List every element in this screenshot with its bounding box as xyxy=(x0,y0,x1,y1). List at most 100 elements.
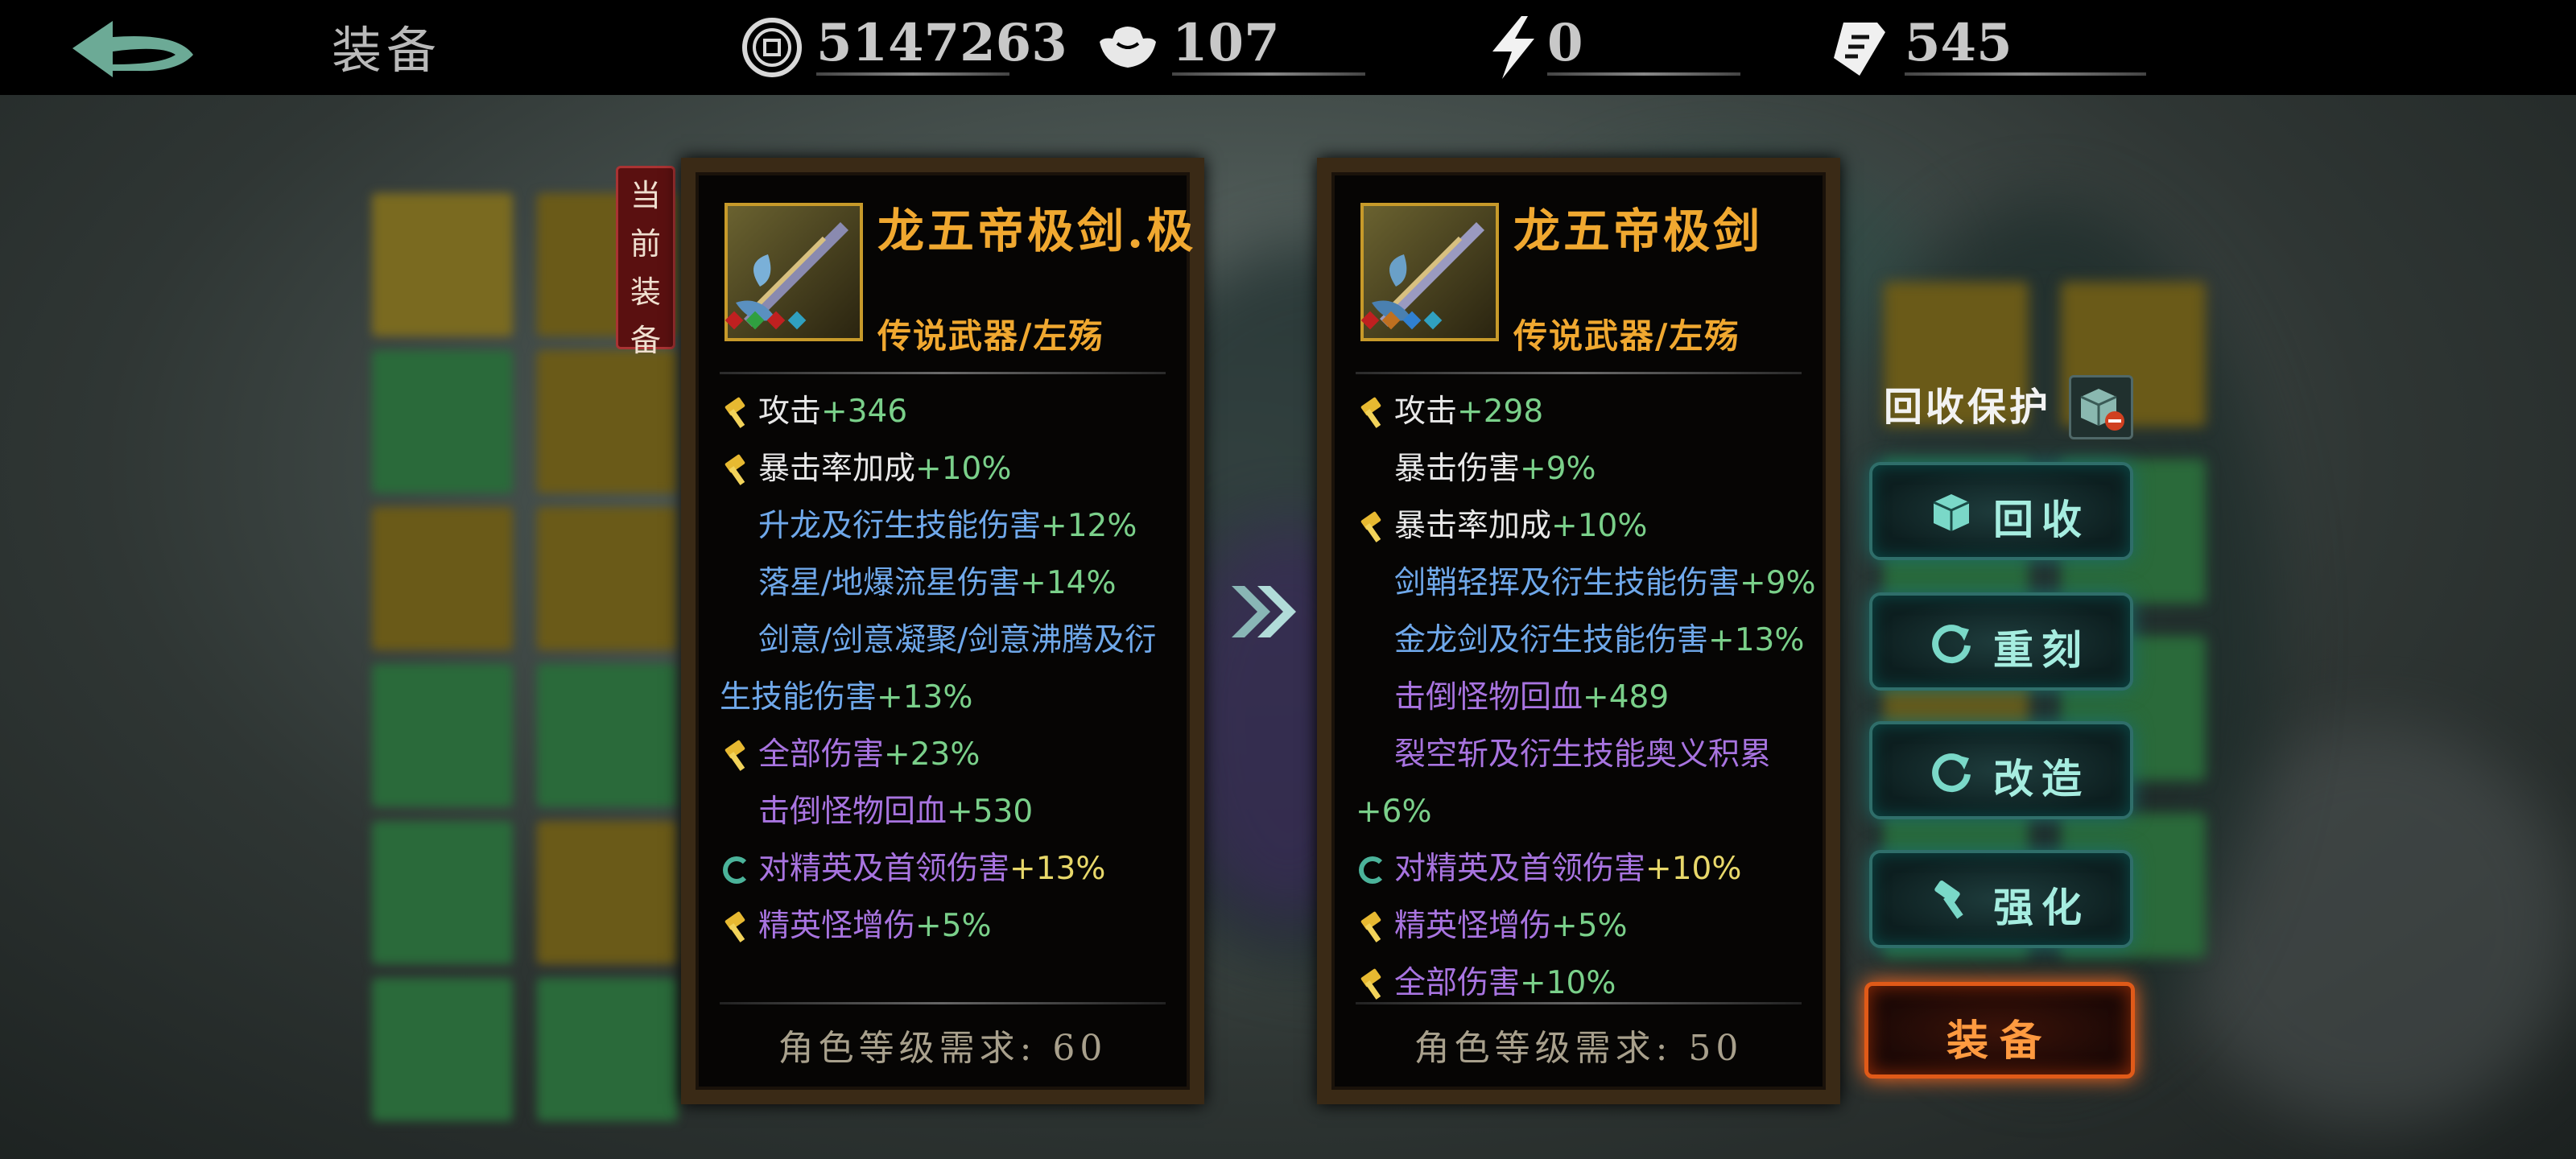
ticket-icon xyxy=(1834,23,1885,76)
recycle-button[interactable]: 回收 xyxy=(1869,462,2133,560)
divider xyxy=(720,372,1166,374)
stat-row: 暴击率加成+10% xyxy=(1356,497,1823,555)
stat-value: +14% xyxy=(1020,565,1117,601)
stat-row: 攻击+298 xyxy=(1356,383,1823,440)
gem-socket-icon xyxy=(1402,311,1422,330)
inventory-slot[interactable] xyxy=(537,978,678,1121)
stat-row: 暴击率加成+10% xyxy=(720,440,1187,497)
item-name: 龙五帝极剑 xyxy=(1513,204,1764,258)
divider xyxy=(720,1002,1166,1004)
page-title: 装备 xyxy=(332,21,442,80)
energy-currency: 0 xyxy=(1481,8,1740,85)
stat-value: +10% xyxy=(1551,508,1648,544)
stat-label: 暴击伤害 xyxy=(1394,451,1521,487)
divider xyxy=(1356,372,1802,374)
gem-sockets xyxy=(724,311,811,332)
refresh-icon xyxy=(1359,856,1386,884)
stats-list: 攻击+298 暴击伤害+9% 暴击率加成+10% 剑鞘轻挥及衍生技能伤害+9% 金龙剑及… xyxy=(1356,383,1823,1012)
stat-label: 升龙及衍生技能伤害 xyxy=(758,508,1042,544)
inventory-slot[interactable] xyxy=(537,821,678,964)
enhance-button[interactable]: 强化 xyxy=(1869,850,2133,948)
equip-button[interactable]: 装备 xyxy=(1864,982,2135,1079)
stat-label: 暴击率加成 xyxy=(758,451,916,487)
tag-char: 前 xyxy=(630,226,661,262)
stat-value: +13% xyxy=(1708,622,1805,658)
divider xyxy=(1905,72,2146,76)
stat-label: 攻击 xyxy=(758,394,822,430)
current-item-panel: 龙五帝极剑.极 传说武器/左殇 攻击+346 暴击率加成+10% 升龙及衍生技能伤害… xyxy=(681,158,1204,1104)
recycle-protection-toggle[interactable] xyxy=(2069,375,2133,439)
stat-row: 剑鞘轻挥及衍生技能伤害+9% xyxy=(1356,555,1823,612)
reforge-label: 重刻 xyxy=(1993,626,2090,674)
tag-char: 装 xyxy=(630,274,661,310)
divider xyxy=(1356,1002,1802,1004)
stat-value: +23% xyxy=(884,736,980,773)
stat-label: 暴击率加成 xyxy=(1394,508,1552,544)
gem-socket-icon xyxy=(1381,311,1401,330)
stat-label: 落星/地爆流星伤害 xyxy=(758,565,1021,601)
hammer-icon xyxy=(1934,881,1963,919)
level-requirement: 角色等级需求: 60 xyxy=(778,1028,1108,1069)
current-equipment-tag: 当 前 装 备 xyxy=(616,166,675,358)
hammer-icon xyxy=(1359,971,1386,998)
tag-char: 当 xyxy=(630,178,661,213)
stats-list: 攻击+346 暴击率加成+10% 升龙及衍生技能伤害+12% 落星/地爆流星伤害+14… xyxy=(720,383,1187,955)
stat-label: 攻击 xyxy=(1394,394,1458,430)
inventory-slot[interactable] xyxy=(372,193,513,336)
stat-row: 剑意/剑意凝聚/剑意沸腾及衍生技能伤害+13% xyxy=(720,612,1187,726)
item-type: 传说武器/左殇 xyxy=(877,316,1104,356)
crate-lock-icon xyxy=(2080,389,2124,431)
back-arrow-icon xyxy=(72,21,193,77)
recycle-label: 回收 xyxy=(1993,496,2090,543)
inventory-slot[interactable] xyxy=(372,507,513,650)
stat-value: +10% xyxy=(1520,965,1616,1001)
refresh-icon xyxy=(723,856,750,884)
stat-value: +489 xyxy=(1583,679,1670,716)
stat-value: +6% xyxy=(1356,794,1432,830)
compare-arrow-icon xyxy=(1232,586,1296,637)
gem-sockets xyxy=(1360,311,1447,332)
stat-value: +13% xyxy=(877,679,973,716)
enhance-label: 强化 xyxy=(1993,884,2090,931)
gem-socket-icon xyxy=(1360,311,1380,330)
hammer-icon xyxy=(1359,914,1386,941)
inventory-slot[interactable] xyxy=(537,664,678,807)
recycle-protection-label: 回收保护 xyxy=(1884,385,2052,430)
inventory-slot[interactable] xyxy=(372,978,513,1121)
hammer-icon xyxy=(723,914,750,941)
stat-value: +9% xyxy=(1520,451,1596,487)
inventory-slot[interactable] xyxy=(537,507,678,650)
stat-label: 全部伤害 xyxy=(1394,965,1521,1001)
inventory-slot[interactable] xyxy=(372,821,513,964)
item-name: 龙五帝极剑.极 xyxy=(877,204,1197,258)
gem-socket-icon xyxy=(766,311,786,330)
coin-icon xyxy=(742,18,802,77)
stat-row: 对精英及首领伤害+10% xyxy=(1356,840,1823,897)
hammer-icon xyxy=(723,399,750,427)
stat-row: 全部伤害+23% xyxy=(720,726,1187,783)
stat-label: 金龙剑及衍生技能伤害 xyxy=(1394,622,1709,658)
inventory-slot[interactable] xyxy=(372,350,513,493)
gem-socket-icon xyxy=(1423,311,1443,330)
reforge-button[interactable]: 重刻 xyxy=(1869,592,2133,691)
coin-amount: 5147263 xyxy=(816,13,1067,73)
stat-label: 击倒怪物回血 xyxy=(758,794,947,830)
stat-label: 对精英及首领伤害 xyxy=(1394,851,1646,887)
stat-row: 攻击+346 xyxy=(720,383,1187,440)
stat-row: 对精英及首领伤害+13% xyxy=(720,840,1187,897)
coin-currency: 5147263 xyxy=(739,8,1067,85)
inventory-slot[interactable] xyxy=(372,664,513,807)
stat-row: 金龙剑及衍生技能伤害+13% xyxy=(1356,612,1823,669)
top-bar: 装备 5147263 107 0 545 xyxy=(0,0,2576,95)
stat-label: 剑鞘轻挥及衍生技能伤害 xyxy=(1394,565,1740,601)
divider xyxy=(1172,72,1365,76)
modify-button[interactable]: 改造 xyxy=(1869,721,2133,819)
hammer-icon xyxy=(723,742,750,769)
hammer-icon xyxy=(1359,514,1386,541)
divider xyxy=(816,72,1009,76)
stat-value: +346 xyxy=(821,394,908,430)
inventory-slot[interactable] xyxy=(537,350,678,493)
stat-label: 精英怪增伤 xyxy=(758,908,916,944)
stat-label: 对精英及首领伤害 xyxy=(758,851,1010,887)
back-button[interactable] xyxy=(64,14,201,87)
